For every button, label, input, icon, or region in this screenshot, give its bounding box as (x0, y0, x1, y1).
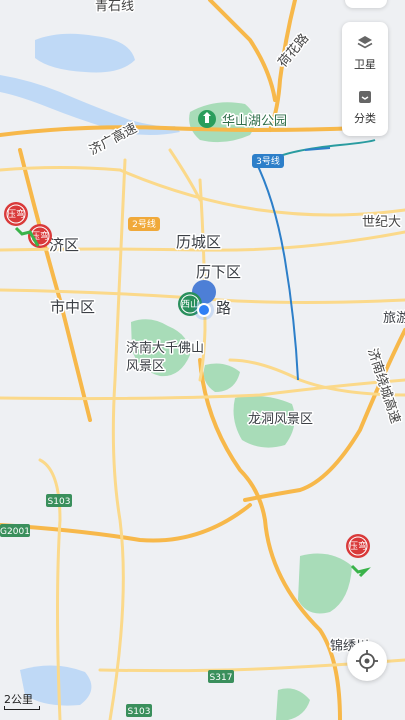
scale-label: 2公里 (4, 693, 33, 706)
label-qianfo-2: 风景区 (126, 359, 165, 374)
label-huashanhu: 华山湖公园 (222, 114, 287, 129)
line3-shield: 3号线 (252, 154, 284, 168)
svg-text:压弯: 压弯 (349, 540, 367, 552)
label-lu: 路 (216, 299, 231, 317)
scale-bar (4, 706, 40, 710)
category-icon (359, 91, 371, 103)
s317-shield: S317 (208, 670, 234, 683)
label-longdong: 龙洞风景区 (248, 412, 313, 427)
satellite-label: 卫星 (354, 58, 376, 71)
locate-button[interactable] (347, 641, 387, 681)
s103-shield-a: S103 (46, 494, 72, 507)
svg-text:S103: S103 (128, 707, 151, 717)
layers-icon (357, 36, 373, 49)
map-layer-controls: 卫星 分类 (342, 22, 388, 136)
label-jiqu: 济区 (49, 236, 79, 254)
svg-text:2号线: 2号线 (132, 218, 156, 230)
label-qingshi: 青石线 (95, 0, 134, 14)
label-licheng: 历城区 (176, 233, 221, 251)
svg-text:S317: S317 (210, 673, 233, 683)
svg-text:S103: S103 (48, 497, 71, 507)
category-label: 分类 (354, 112, 376, 125)
svg-text:压弯: 压弯 (7, 208, 25, 220)
label-qianfo-1: 济南大千佛山 (126, 340, 204, 356)
svg-text:3号线: 3号线 (256, 155, 280, 167)
svg-text:G2001: G2001 (0, 527, 30, 537)
label-shizhong: 市中区 (50, 298, 95, 316)
s103-shield-b: S103 (126, 704, 152, 717)
locate-icon (356, 650, 378, 672)
location-dot-icon (194, 300, 214, 320)
line2-shield: 2号线 (128, 217, 160, 231)
category-button[interactable]: 分类 (342, 80, 388, 130)
g2001-shield: G2001 (0, 524, 30, 537)
top-control-fragment (345, 0, 387, 8)
label-luyou: 旅游 (383, 311, 405, 326)
label-lixia: 历下区 (196, 263, 241, 281)
satellite-button[interactable]: 卫星 (342, 26, 388, 76)
label-shiji: 世纪大 (362, 215, 401, 230)
